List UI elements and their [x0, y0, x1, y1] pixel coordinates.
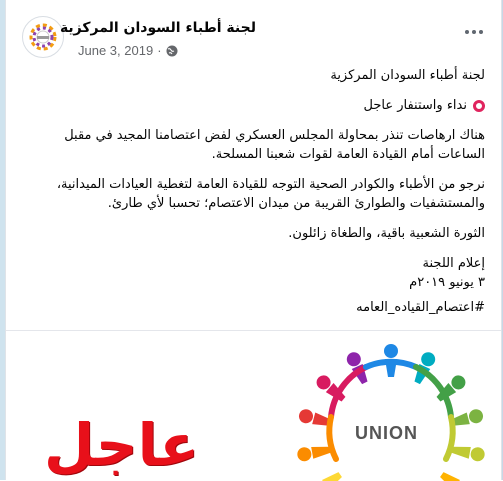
- red-circle-icon: [473, 99, 485, 112]
- post-date[interactable]: June 3, 2019: [78, 43, 153, 58]
- post-header: لجنة أطباء السودان المركزية June 3, 2019…: [6, 0, 501, 64]
- post-meta: June 3, 2019 ·: [78, 43, 178, 58]
- post-body: لجنة أطباء السودان المركزية نداء واستنفا…: [20, 66, 485, 328]
- union-logo-text: UNION: [355, 423, 418, 443]
- more-dot: [472, 30, 476, 34]
- page-avatar[interactable]: [22, 16, 64, 58]
- paragraph-slogan: الثورة الشعبية باقية، والطغاة زائلون.: [288, 226, 485, 241]
- meta-separator: ·: [157, 43, 162, 58]
- signature-line: إعلام اللجنة: [422, 256, 485, 271]
- union-logo-icon: [297, 344, 485, 481]
- paragraph-warning: هناك ارهاصات تنذر بمحاولة المجلس العسكري…: [64, 128, 485, 162]
- hashtag-link[interactable]: #اعتصام_القياده_العامه: [20, 298, 485, 317]
- urgent-banner-text: عاجل: [44, 411, 200, 479]
- more-dot: [479, 30, 483, 34]
- alert-text: نداء واستنفار عاجل: [363, 98, 467, 113]
- signature-date: ٣ يونيو ٢٠١٩م: [409, 275, 485, 290]
- signature-block: إعلام اللجنة ٣ يونيو ٢٠١٩م: [20, 254, 485, 292]
- more-options-button[interactable]: [459, 22, 489, 42]
- avatar-logo-icon: [24, 18, 62, 56]
- page-name-link[interactable]: لجنة أطباء السودان المركزية: [60, 20, 256, 36]
- globe-icon: [166, 45, 178, 56]
- paragraph-request: نرجو من الأطباء والكوادر الصحية التوجه ل…: [56, 177, 485, 211]
- post-image[interactable]: عاجل UNION: [6, 330, 501, 481]
- post-card: لجنة أطباء السودان المركزية June 3, 2019…: [5, 0, 502, 481]
- post-heading-line: لجنة أطباء السودان المركزية: [330, 68, 485, 83]
- alert-line: نداء واستنفار عاجل: [20, 96, 485, 115]
- more-dot: [465, 30, 469, 34]
